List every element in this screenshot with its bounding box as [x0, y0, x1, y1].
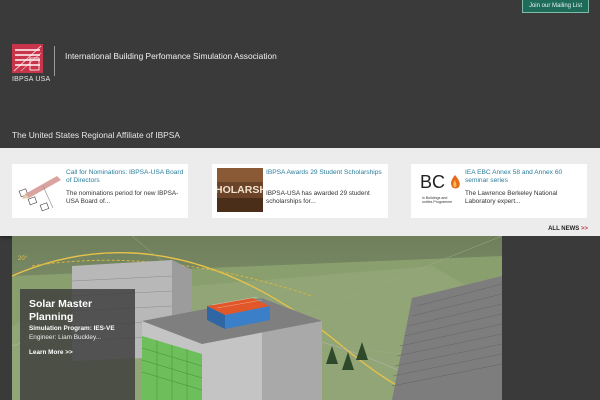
double-chevron-right-icon: >>	[580, 226, 588, 232]
site-logo[interactable]: IBPSA USA	[12, 44, 51, 86]
site-tagline: The United States Regional Affiliate of …	[12, 130, 180, 140]
news-card[interactable]: BC in Buildings and unities Programme IE…	[411, 164, 587, 218]
site-header: Join our Mailing List IBPSA USA Internat…	[0, 0, 600, 148]
hero-engineer: Engineer: Liam Buckley...	[29, 334, 101, 341]
news-description: IBPSA-USA has awarded 29 student scholar…	[266, 190, 370, 206]
header-divider	[54, 46, 55, 76]
news-description: The nominations period for new IBPSA-USA…	[66, 190, 179, 206]
hero-title: Solar Master Planning	[29, 298, 93, 323]
right-sidebar-area	[502, 236, 600, 400]
hero-caption-panel: Solar Master Planning Simulation Program…	[20, 289, 135, 400]
thumbnail-text: BC	[420, 172, 446, 192]
news-thumbnail: BC in Buildings and unities Programme	[416, 168, 462, 212]
flame-icon	[451, 175, 460, 189]
pencil-checkbox-icon	[17, 168, 63, 212]
news-thumbnail	[17, 168, 63, 212]
news-description: The Lawrence Berkeley National Laborator…	[465, 190, 558, 206]
page: Join our Mailing List IBPSA USA Internat…	[0, 0, 600, 400]
logo-drafting-lines-icon	[13, 45, 42, 72]
news-title-link[interactable]: Call for Nominations: IBPSA-USA Board of…	[66, 169, 184, 186]
news-title-link[interactable]: IBPSA Awards 29 Student Scholarships	[266, 169, 384, 177]
organization-name: International Building Perfomance Simula…	[65, 51, 277, 61]
news-title-link[interactable]: IEA EBC Annex 58 and Annex 60 seminar se…	[465, 169, 583, 186]
thumbnail-text: HOLARSH	[217, 184, 263, 196]
mailing-list-button[interactable]: Join our Mailing List	[521, 0, 589, 13]
hero-program: Simulation Program: IES-VE	[29, 325, 115, 332]
hero-banner[interactable]: 20° Solar Master Planning Simulation Pro…	[12, 236, 502, 400]
all-news-label: ALL NEWS	[548, 226, 580, 232]
thumbnail-subtext: in Buildings and unities Programme	[422, 196, 453, 205]
news-thumbnail: HOLARSH	[217, 168, 263, 212]
angle-label: 20°	[18, 256, 28, 262]
all-news-link[interactable]: ALL NEWS >>	[548, 226, 588, 232]
logo-text: IBPSA USA	[12, 76, 51, 83]
logo-mark-icon	[12, 44, 43, 73]
news-card[interactable]: HOLARSH IBPSA Awards 29 Student Scholars…	[212, 164, 388, 218]
news-card[interactable]: Call for Nominations: IBPSA-USA Board of…	[12, 164, 188, 218]
news-strip: Call for Nominations: IBPSA-USA Board of…	[0, 148, 600, 236]
learn-more-link[interactable]: Learn More >>	[29, 349, 73, 356]
